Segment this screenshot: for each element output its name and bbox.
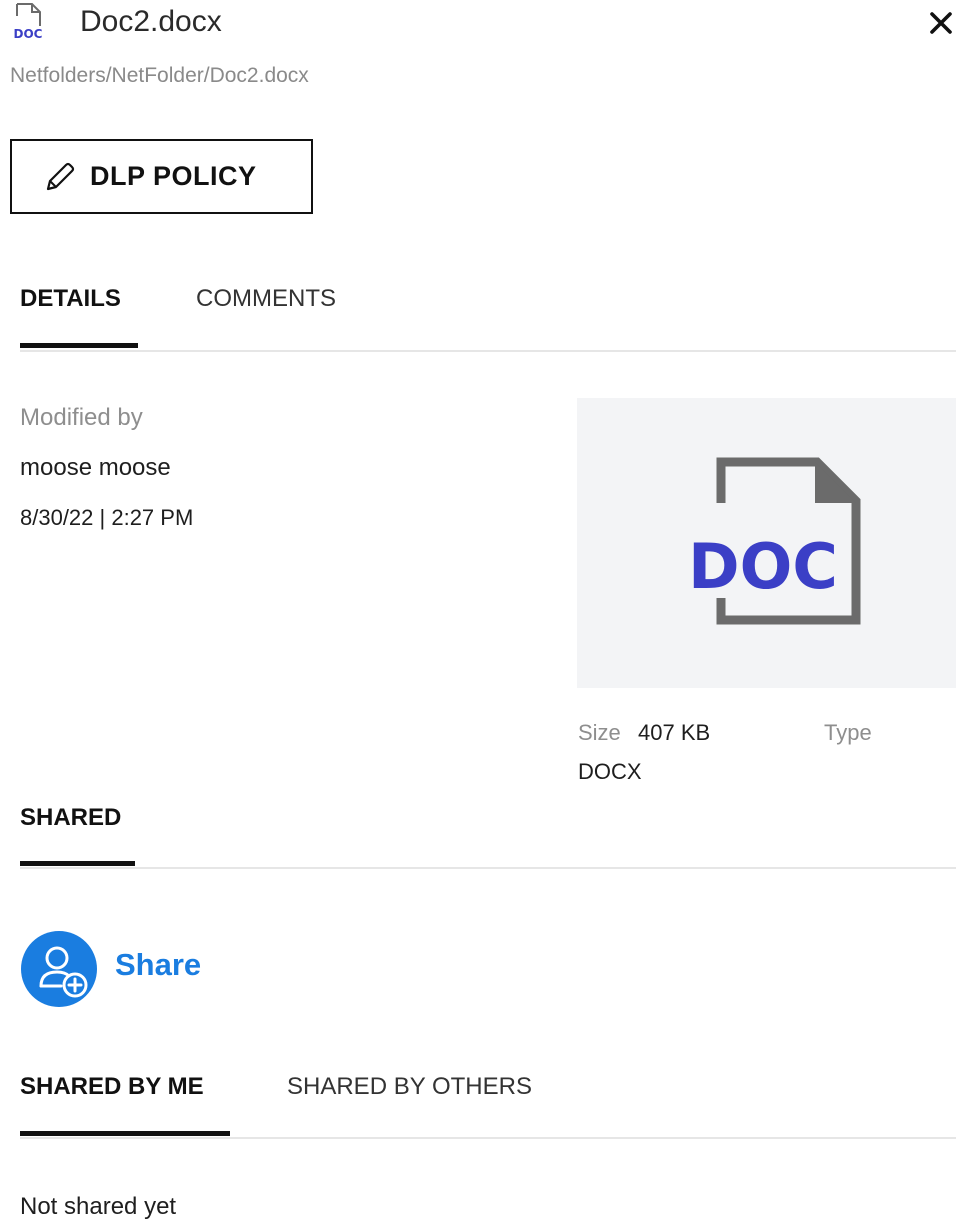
tabs-divider (20, 350, 956, 352)
tab-details[interactable]: DETAILS (20, 284, 121, 314)
share-button[interactable] (21, 931, 97, 1007)
preview-doc-text: DOC (688, 530, 838, 603)
modified-by-label: Modified by (20, 404, 143, 431)
tab-shared-by-me[interactable]: SHARED BY ME (20, 1072, 204, 1102)
add-user-icon (39, 946, 88, 998)
shared-divider (20, 867, 956, 869)
type-label: Type (824, 720, 872, 745)
size-label: Size (578, 720, 621, 745)
breadcrumb: Netfolders/NetFolder/Doc2.docx (10, 64, 309, 87)
shared-tabs-divider (20, 1137, 956, 1139)
tab-details-underline (20, 343, 138, 348)
tab-shared-by-others[interactable]: SHARED BY OTHERS (287, 1072, 532, 1102)
tab-shared-by-me-underline (20, 1131, 230, 1136)
close-icon[interactable] (926, 8, 956, 38)
dlp-policy-button[interactable]: DLP POLICY (10, 139, 313, 214)
pencil-icon (42, 159, 78, 195)
share-link[interactable]: Share (115, 945, 201, 985)
doc-file-icon: DOC (8, 2, 48, 42)
shared-underline (20, 861, 135, 866)
doc-file-icon-text: DOC (14, 27, 43, 41)
dlp-policy-label: DLP POLICY (90, 161, 257, 191)
doc-file-preview-icon: DOC (688, 457, 861, 625)
empty-state-text: Not shared yet (20, 1193, 177, 1220)
tab-comments[interactable]: COMMENTS (196, 284, 336, 314)
shared-heading: SHARED (20, 804, 122, 831)
file-title: Doc2.docx (80, 5, 222, 38)
type-value: DOCX (578, 759, 642, 784)
size-value: 407 KB (638, 720, 711, 745)
file-preview: DOC (577, 398, 956, 688)
modified-by-value: moose moose (20, 454, 171, 481)
modified-at-value: 8/30/22 | 2:27 PM (20, 505, 194, 530)
